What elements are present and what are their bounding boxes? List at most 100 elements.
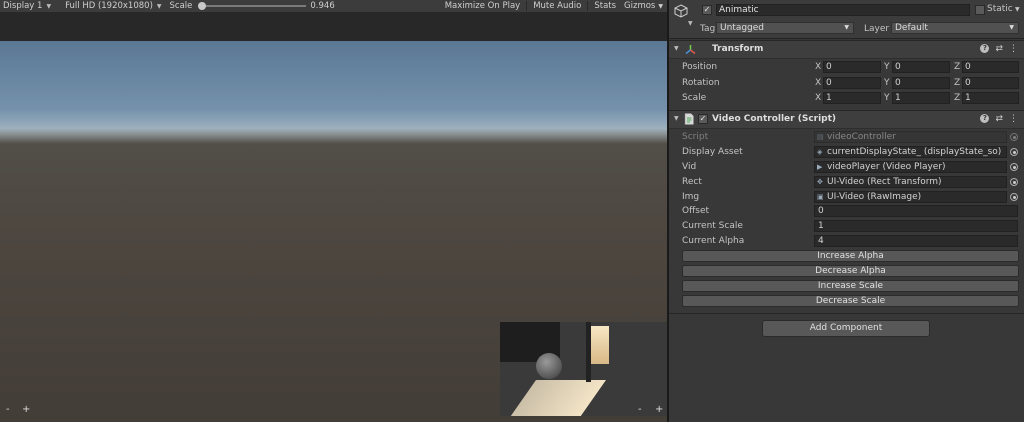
script-value: videoController bbox=[827, 132, 896, 142]
axis-x-label[interactable]: X bbox=[815, 78, 821, 88]
offset-field[interactable]: 0 bbox=[814, 205, 1018, 217]
game-view: Display 1 ▼ Full HD (1920x1080) ▼ Scale … bbox=[0, 0, 667, 422]
foldout-arrow-icon[interactable]: ▼ bbox=[674, 115, 679, 122]
axis-x-label[interactable]: X bbox=[815, 62, 821, 72]
object-picker-icon[interactable] bbox=[1010, 193, 1018, 201]
preset-icon[interactable]: ⇄ bbox=[995, 114, 1003, 124]
add-component-button[interactable]: Add Component bbox=[762, 320, 930, 337]
foldout-arrow-icon[interactable]: ▼ bbox=[674, 45, 679, 52]
axis-z-label[interactable]: Z bbox=[954, 78, 960, 88]
scriptable-object-icon: ◈ bbox=[817, 148, 823, 156]
gameobject-header: ▼ ✓ Animatic Static ▼ Tag Untagged ▼ Lay… bbox=[669, 0, 1024, 39]
display-asset-field[interactable]: ◈ currentDisplayState_ (displayState_so) bbox=[814, 146, 1007, 158]
scale-slider[interactable] bbox=[198, 2, 307, 10]
vid-field[interactable]: ▶ videoPlayer (Video Player) bbox=[814, 161, 1007, 173]
object-picker-icon bbox=[1010, 133, 1018, 141]
zoom-out-button[interactable]: - bbox=[6, 404, 10, 415]
help-icon[interactable]: ? bbox=[980, 114, 990, 123]
object-picker-icon[interactable] bbox=[1010, 148, 1018, 156]
mute-audio-button[interactable]: Mute Audio bbox=[529, 0, 585, 12]
scale-label: Scale bbox=[682, 93, 707, 103]
preview-zoom-in-button[interactable]: + bbox=[655, 404, 663, 415]
tag-label: Tag bbox=[700, 24, 716, 34]
preview-zoom-out-button[interactable]: - bbox=[638, 404, 642, 415]
axis-x-label[interactable]: X bbox=[815, 93, 821, 103]
position-y-field[interactable]: 0 bbox=[892, 61, 950, 73]
layer-dropdown[interactable]: Default ▼ bbox=[891, 22, 1019, 34]
script-icon bbox=[684, 113, 694, 125]
gameobject-name-field[interactable]: Animatic bbox=[716, 4, 970, 16]
kebab-menu-icon[interactable]: ⋮ bbox=[1009, 44, 1018, 54]
rect-field[interactable]: ✥ UI-Video (Rect Transform) bbox=[814, 176, 1007, 188]
inspector-panel: ▼ ✓ Animatic Static ▼ Tag Untagged ▼ Lay… bbox=[669, 0, 1024, 422]
scale-control: Scale 0.946 bbox=[165, 1, 335, 11]
toolbar-divider bbox=[587, 1, 589, 11]
chevron-down-icon: ▼ bbox=[1009, 24, 1014, 31]
axis-y-label[interactable]: Y bbox=[884, 78, 890, 88]
chevron-down-icon: ▼ bbox=[658, 3, 663, 10]
img-label: Img bbox=[682, 192, 700, 202]
zoom-in-button[interactable]: + bbox=[22, 404, 30, 415]
game-view-toolbar: Display 1 ▼ Full HD (1920x1080) ▼ Scale … bbox=[0, 0, 667, 12]
position-x-field[interactable]: 0 bbox=[823, 61, 881, 73]
chevron-down-icon[interactable]: ▼ bbox=[1015, 6, 1020, 13]
preset-icon[interactable]: ⇄ bbox=[995, 44, 1003, 54]
increase-scale-button[interactable]: Increase Scale bbox=[682, 280, 1019, 292]
rotation-x-field[interactable]: 0 bbox=[823, 77, 881, 89]
gizmos-label: Gizmos bbox=[624, 1, 656, 11]
chevron-down-icon[interactable]: ▼ bbox=[688, 20, 693, 27]
rect-transform-icon: ✥ bbox=[817, 178, 823, 186]
scale-slider-handle[interactable] bbox=[198, 2, 207, 10]
script-file-icon: ▤ bbox=[817, 133, 824, 141]
increase-alpha-button[interactable]: Increase Alpha bbox=[682, 250, 1019, 262]
script-field: ▤ videoController bbox=[814, 131, 1007, 143]
object-picker-icon[interactable] bbox=[1010, 178, 1018, 186]
kebab-menu-icon[interactable]: ⋮ bbox=[1009, 114, 1018, 124]
tag-dropdown[interactable]: Untagged ▼ bbox=[716, 22, 854, 34]
display-dropdown[interactable]: Display 1 ▼ bbox=[0, 0, 54, 12]
static-label: Static bbox=[987, 4, 1013, 14]
object-picker-icon[interactable] bbox=[1010, 163, 1018, 171]
decrease-alpha-button[interactable]: Decrease Alpha bbox=[682, 265, 1019, 277]
script-label: Script bbox=[682, 132, 709, 142]
scale-y-field[interactable]: 1 bbox=[892, 92, 950, 104]
img-value: UI-Video (RawImage) bbox=[827, 192, 922, 202]
preview-sphere-shape bbox=[536, 353, 562, 379]
stats-button[interactable]: Stats bbox=[590, 0, 620, 12]
maximize-on-play-button[interactable]: Maximize On Play bbox=[441, 0, 524, 12]
rotation-label: Rotation bbox=[682, 78, 720, 88]
component-divider bbox=[669, 313, 1024, 314]
gizmos-dropdown[interactable]: Gizmos ▼ bbox=[620, 0, 667, 12]
preview-light-patch-shape bbox=[507, 380, 607, 416]
scale-z-field[interactable]: 1 bbox=[962, 92, 1019, 104]
current-scale-field[interactable]: 1 bbox=[814, 220, 1018, 232]
chevron-down-icon: ▼ bbox=[156, 2, 162, 10]
axis-y-label[interactable]: Y bbox=[884, 62, 890, 72]
scale-value: 0.946 bbox=[310, 1, 335, 11]
current-alpha-label[interactable]: Current Alpha bbox=[682, 236, 744, 246]
current-scale-label[interactable]: Current Scale bbox=[682, 221, 743, 231]
current-alpha-field[interactable]: 4 bbox=[814, 235, 1018, 247]
rotation-z-field[interactable]: 0 bbox=[962, 77, 1019, 89]
scale-x-field[interactable]: 1 bbox=[823, 92, 881, 104]
rotation-y-field[interactable]: 0 bbox=[892, 77, 950, 89]
axis-z-label[interactable]: Z bbox=[954, 93, 960, 103]
img-field[interactable]: ▣ UI-Video (RawImage) bbox=[814, 191, 1007, 203]
cube-icon[interactable] bbox=[674, 4, 688, 18]
video-controller-title: Video Controller (Script) bbox=[712, 114, 837, 124]
decrease-scale-button[interactable]: Decrease Scale bbox=[682, 295, 1019, 307]
static-checkbox[interactable] bbox=[975, 5, 985, 15]
help-icon[interactable]: ? bbox=[980, 44, 990, 53]
axis-y-label[interactable]: Y bbox=[884, 93, 890, 103]
active-checkbox[interactable]: ✓ bbox=[702, 5, 712, 15]
axis-z-label[interactable]: Z bbox=[954, 62, 960, 72]
offset-label[interactable]: Offset bbox=[682, 206, 709, 216]
position-z-field[interactable]: 0 bbox=[962, 61, 1019, 73]
chevron-down-icon: ▼ bbox=[46, 2, 52, 10]
resolution-dropdown[interactable]: Full HD (1920x1080) ▼ bbox=[62, 0, 164, 12]
video-controller-component-header[interactable]: ▼ ✓ Video Controller (Script) ? ⇄ ⋮ bbox=[669, 110, 1024, 129]
component-enabled-checkbox[interactable]: ✓ bbox=[698, 114, 708, 124]
transform-component-header[interactable]: ▼ Transform ? ⇄ ⋮ bbox=[669, 40, 1024, 59]
raw-image-icon: ▣ bbox=[817, 193, 824, 201]
resolution-dropdown-label: Full HD (1920x1080) bbox=[65, 1, 153, 11]
